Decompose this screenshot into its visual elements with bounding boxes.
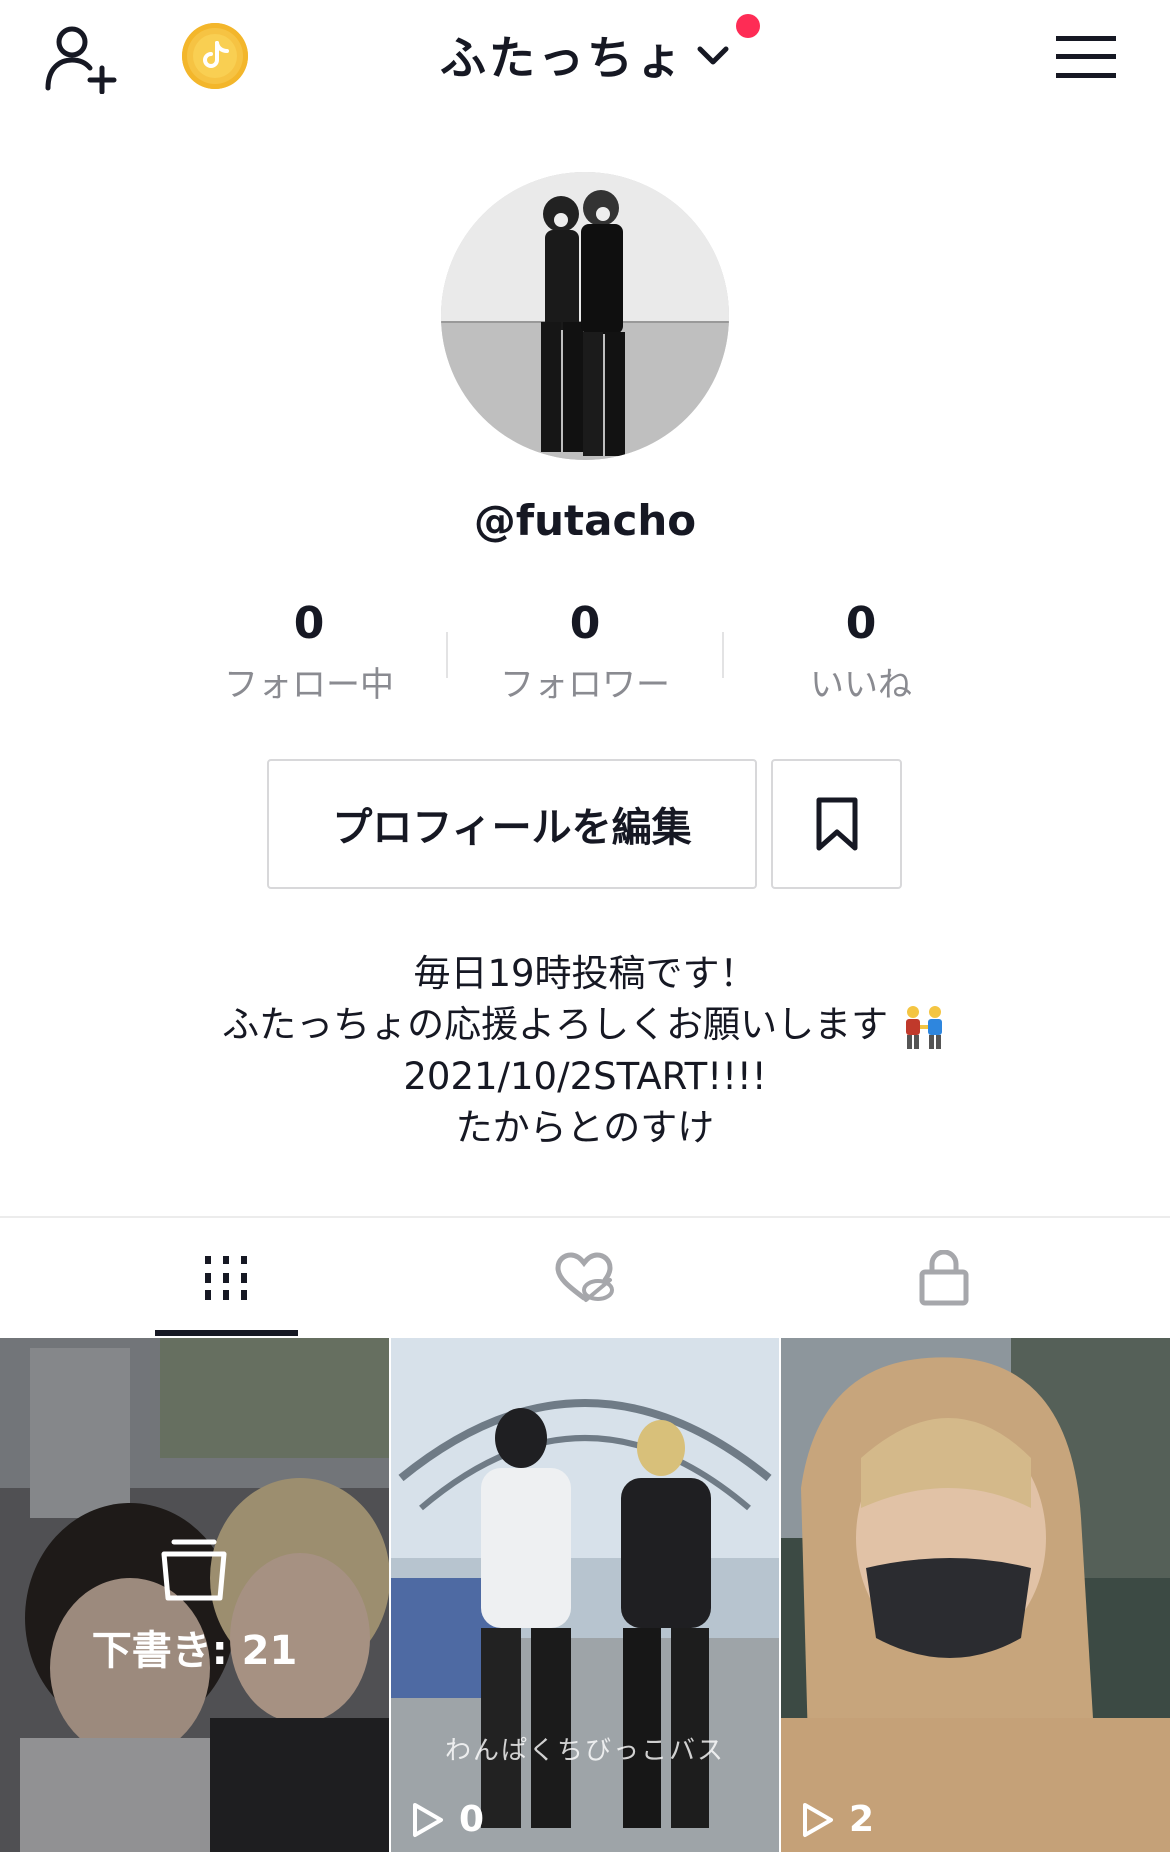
lock-icon	[919, 1250, 969, 1306]
stat-divider	[722, 632, 724, 678]
notification-dot	[736, 14, 760, 38]
grid-icon	[205, 1256, 247, 1300]
favorites-button[interactable]	[771, 759, 902, 889]
stat-divider	[446, 632, 448, 678]
view-count-value: 0	[459, 1799, 485, 1840]
top-bar: ふたっちょ	[0, 0, 1170, 120]
view-count-value: 2	[849, 1799, 875, 1840]
tabs-divider	[0, 1216, 1170, 1218]
chevron-down-icon	[697, 46, 729, 65]
bio-line: 毎日19時投稿です！	[413, 952, 757, 995]
tab-liked[interactable]	[390, 1220, 780, 1336]
likes-stat[interactable]: 0 いいね	[751, 598, 971, 706]
tab-private[interactable]	[749, 1220, 1139, 1336]
following-stat[interactable]: 0 フォロー中	[199, 598, 419, 706]
tab-videos[interactable]	[31, 1220, 421, 1336]
following-label: フォロー中	[224, 665, 394, 705]
followers-label: フォロワー	[500, 665, 670, 705]
drafts-tile[interactable]: 下書き: 21	[0, 1338, 389, 1852]
active-tab-indicator	[155, 1330, 298, 1336]
two-men-holding-hands-icon	[905, 1005, 942, 1049]
video-caption: わんぱくちびっこバス	[444, 1736, 725, 1766]
drafts-box-icon	[161, 1539, 227, 1601]
menu-button[interactable]	[1056, 34, 1116, 80]
video-tile[interactable]: わんぱくちびっこバス 0	[391, 1338, 779, 1852]
bio-line-text: ふたっちょの応援よろしくお願いします	[222, 1003, 889, 1046]
followers-count: 0	[569, 598, 601, 649]
play-icon	[413, 1802, 443, 1837]
page-title: ふたっちょ	[439, 31, 685, 85]
following-count: 0	[293, 598, 325, 649]
bio: 毎日19時投稿です！ ふたっちょの応援よろしくお願いします 2021/10/2S…	[0, 948, 1170, 1153]
view-count: 0	[411, 1799, 484, 1840]
video-grid: 下書き: 21 わんぱくちびっこバス 0 2	[0, 1338, 1170, 1852]
likes-label: いいね	[810, 665, 912, 705]
account-switcher[interactable]: ふたっちょ	[0, 22, 1170, 88]
view-count: 2	[801, 1799, 874, 1840]
username: @futacho	[473, 496, 697, 545]
bio-line: たからとのすけ	[455, 1105, 715, 1149]
edit-profile-button[interactable]: プロフィールを編集	[267, 759, 757, 889]
followers-stat[interactable]: 0 フォロワー	[475, 598, 695, 706]
hamburger-menu-icon	[1056, 36, 1116, 78]
likes-count: 0	[845, 598, 877, 649]
drafts-count-label: 下書き: 21	[91, 1628, 298, 1674]
bookmark-icon	[816, 797, 857, 851]
bio-line: ふたっちょの応援よろしくお願いします	[0, 999, 1170, 1051]
liked-hidden-icon	[555, 1252, 614, 1302]
play-icon	[803, 1802, 833, 1837]
bio-line: 2021/10/2START!!!!	[403, 1054, 767, 1098]
avatar[interactable]	[441, 172, 729, 460]
video-tile[interactable]: 2	[781, 1338, 1170, 1852]
profile-page: ふたっちょ @futacho 0 フォロー中 0 フォロワー 0 いいね プロフ…	[0, 0, 1170, 1852]
